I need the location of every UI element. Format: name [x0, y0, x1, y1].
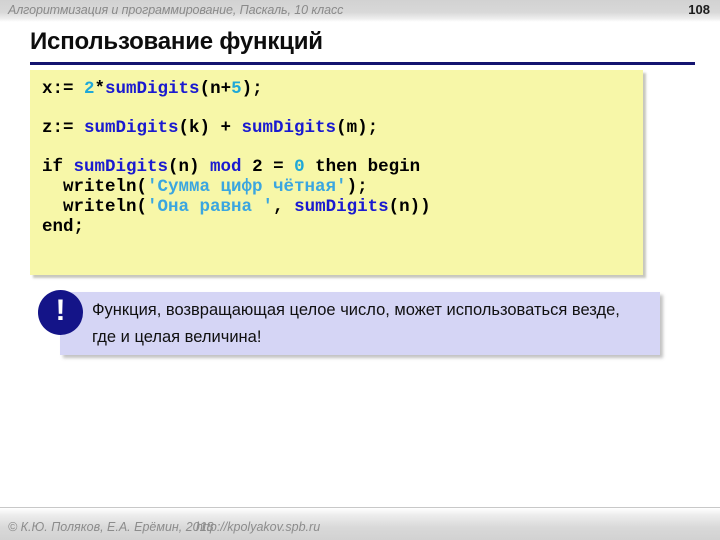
code-token: 2 =	[241, 157, 295, 177]
code-token: );	[346, 177, 368, 197]
title-underline-rule	[30, 62, 695, 65]
callout-text: Функция, возвращающая целое число, может…	[92, 301, 620, 346]
code-line: end;	[42, 218, 431, 238]
code-token: writeln(	[42, 197, 148, 217]
code-line: z:= sumDigits(k) + sumDigits(m);	[42, 119, 431, 139]
code-token: sumDigits	[73, 157, 169, 177]
code-token: (n+	[199, 79, 232, 99]
code-token: 0	[294, 157, 305, 177]
code-token: 'Сумма цифр чётная'	[147, 177, 347, 197]
exclamation-icon: !	[38, 290, 83, 335]
code-token: end;	[42, 217, 85, 237]
code-token: *	[94, 79, 106, 99]
code-token: sumDigits	[294, 197, 389, 217]
code-block: x:= 2*sumDigits(n+5); z:= sumDigits(k) + …	[30, 70, 643, 275]
code-token: (n))	[388, 197, 431, 217]
code-token: writeln(	[42, 177, 148, 197]
code-token: then begin	[304, 157, 421, 177]
code-token: sumDigits	[105, 79, 200, 99]
code-token: sumDigits	[241, 118, 337, 138]
code-token: 'Она равна '	[147, 197, 274, 217]
code-token: 2	[84, 79, 95, 99]
code-token: (k) +	[178, 118, 242, 138]
code-lines: x:= 2*sumDigits(n+5); z:= sumDigits(k) + …	[42, 80, 431, 238]
footer-copyright: © К.Ю. Поляков, Е.А. Ерёмин, 2018	[8, 520, 214, 534]
code-token: mod	[210, 157, 242, 177]
exclamation-glyph: !	[55, 293, 66, 327]
code-token: sumDigits	[84, 118, 179, 138]
code-line: writeln('Сумма цифр чётная');	[42, 178, 431, 198]
code-token: x:=	[42, 79, 85, 99]
code-line: if sumDigits(n) mod 2 = 0 then begin	[42, 158, 431, 178]
code-line: writeln('Она равна ', sumDigits(n))	[42, 198, 431, 218]
code-token: z:=	[42, 118, 85, 138]
code-token: 5	[231, 79, 242, 99]
page-title: Использование функций	[30, 28, 323, 55]
header-subject-label: Алгоритмизация и программирование, Паска…	[8, 3, 344, 17]
footer-url[interactable]: http://kpolyakov.spb.ru	[196, 520, 320, 534]
code-token: (m);	[336, 118, 379, 138]
code-line: x:= 2*sumDigits(n+5);	[42, 80, 431, 100]
code-token: );	[241, 79, 263, 99]
code-token: if	[42, 157, 74, 177]
code-token: (n)	[168, 157, 211, 177]
code-token: ,	[273, 197, 295, 217]
page-number: 108	[688, 2, 710, 17]
